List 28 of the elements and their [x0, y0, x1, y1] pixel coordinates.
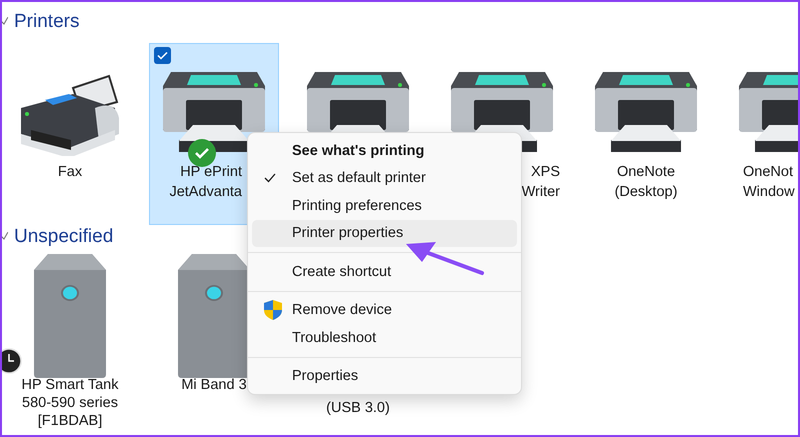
device-label: OneNote [616, 163, 676, 182]
menu-item[interactable]: Remove device [252, 296, 517, 324]
chevron-icon[interactable] [2, 232, 8, 242]
device-label: XPS [530, 163, 561, 182]
device-label: (Desktop) [614, 183, 678, 202]
section-heading: Unspecified [14, 226, 114, 248]
device-label: [F1BDAB] [36, 412, 104, 430]
device-icon [178, 254, 250, 378]
chevron-icon[interactable] [2, 17, 8, 27]
shield-icon [264, 300, 282, 320]
checkbox[interactable] [154, 47, 171, 64]
device-label: Window [742, 183, 796, 202]
device-label: (USB 3.0) [325, 399, 391, 418]
section-heading: Printers [14, 11, 80, 33]
menu-item[interactable]: Printer properties [252, 220, 517, 247]
device-label: HP Smart Tank [20, 376, 120, 394]
device-label: Writer [520, 183, 561, 202]
device-label: Fax [56, 163, 84, 182]
menu-item[interactable]: Create shortcut [252, 258, 517, 286]
menu-item[interactable]: Properties [252, 362, 517, 390]
check-icon [157, 51, 168, 60]
device-label: Mi Band 3 [180, 376, 248, 394]
device-label: 580-590 series [21, 394, 119, 412]
device-label: JetAdvanta [168, 183, 243, 202]
menu-item[interactable]: Troubleshoot [252, 324, 517, 352]
device-label: OneNot [742, 163, 794, 182]
device-label: HP ePrint [179, 163, 243, 182]
device-icon [34, 254, 106, 378]
